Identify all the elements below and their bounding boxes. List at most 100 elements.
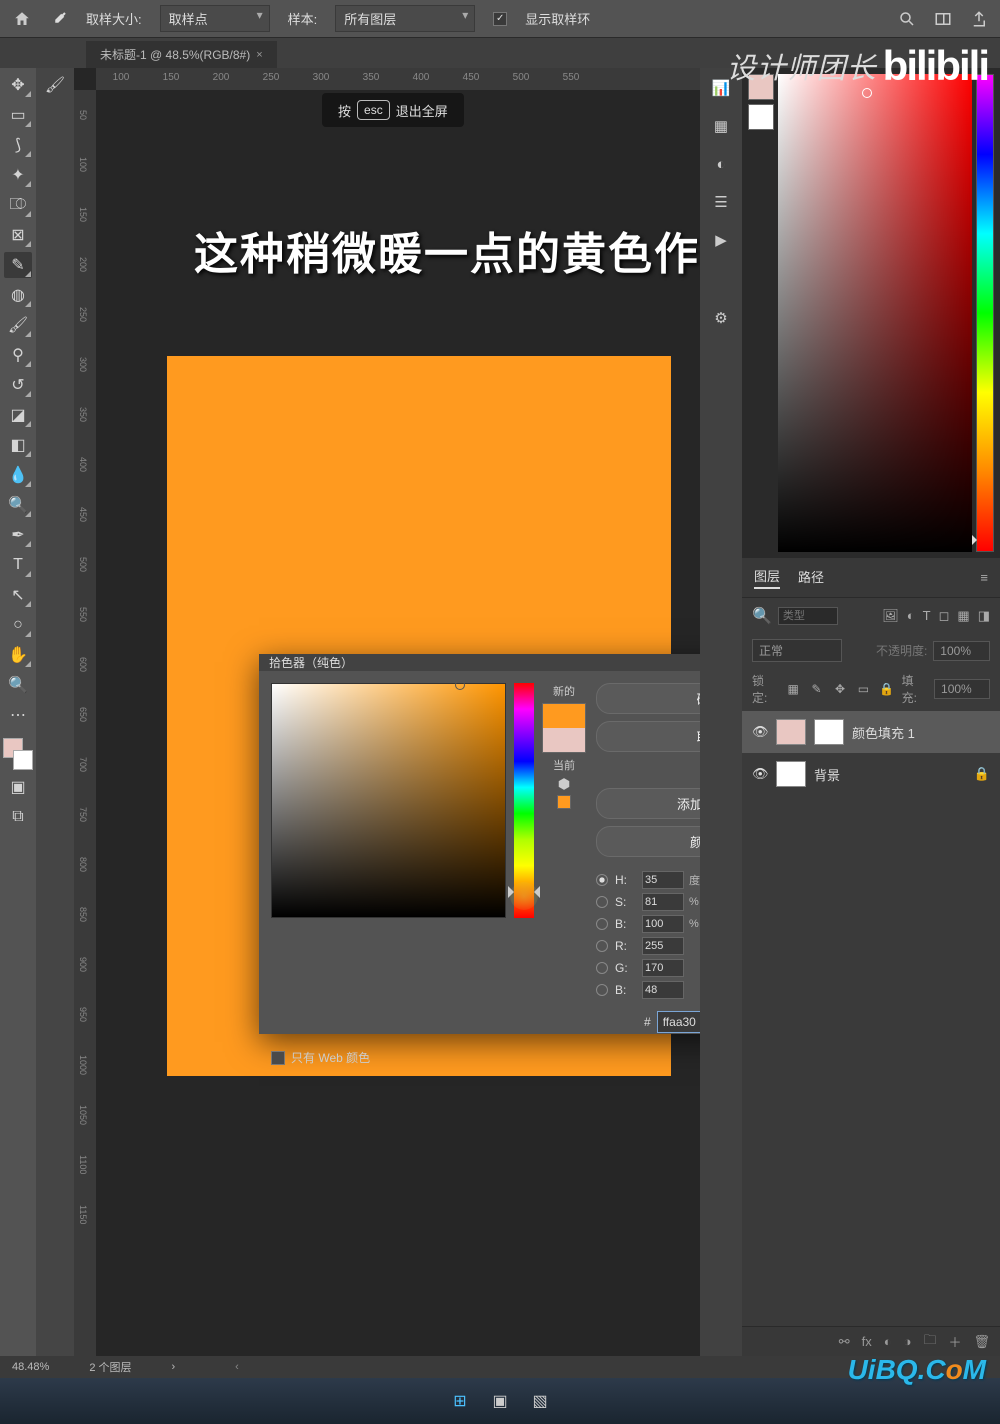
- sliders-icon[interactable]: ⚙: [707, 304, 735, 332]
- fg-swatch[interactable]: [748, 74, 774, 100]
- fx-icon[interactable]: fx: [862, 1334, 872, 1349]
- h-radio[interactable]: [596, 874, 608, 886]
- adjustments-icon[interactable]: ◐: [707, 150, 735, 178]
- paths-tab[interactable]: 路径: [798, 567, 824, 588]
- add-swatch-button[interactable]: 添加到色板: [596, 788, 700, 819]
- crop-tool-icon[interactable]: ⎄: [4, 192, 32, 218]
- group-icon[interactable]: 🗀: [923, 1331, 936, 1353]
- brgb-input[interactable]: [642, 981, 684, 999]
- brgb-radio[interactable]: [596, 984, 608, 996]
- blend-mode-dropdown[interactable]: 正常: [752, 639, 842, 662]
- s-radio[interactable]: [596, 896, 608, 908]
- lock-icon[interactable]: 🔒: [974, 766, 990, 782]
- opacity-input[interactable]: 100%: [933, 641, 990, 661]
- healing-brush-tool-icon[interactable]: ◍: [4, 282, 32, 308]
- filter-adjust-icon[interactable]: ◐: [907, 608, 915, 624]
- library-icon[interactable]: ☰: [707, 188, 735, 216]
- filter-text-icon[interactable]: T: [923, 608, 931, 624]
- dodge-tool-icon[interactable]: 🔍: [4, 492, 32, 518]
- histogram-icon[interactable]: 📊: [707, 74, 735, 102]
- eraser-tool-icon[interactable]: ◪: [4, 402, 32, 428]
- home-icon[interactable]: [12, 9, 32, 29]
- filter-toggle-icon[interactable]: ◨: [978, 608, 990, 624]
- gradient-tool-icon[interactable]: ◧: [4, 432, 32, 458]
- navigator-icon[interactable]: ▦: [707, 112, 735, 140]
- magic-wand-tool-icon[interactable]: ✦: [4, 162, 32, 188]
- bhsb-input[interactable]: [642, 915, 684, 933]
- search-icon[interactable]: [898, 10, 916, 28]
- cancel-button[interactable]: 取消: [596, 721, 700, 752]
- zoom-tool-icon[interactable]: 🔍: [4, 672, 32, 698]
- g-input[interactable]: [642, 959, 684, 977]
- hue-slider[interactable]: ↖: [514, 683, 534, 918]
- blur-tool-icon[interactable]: 💧: [4, 462, 32, 488]
- edit-toolbar-icon[interactable]: ⋯: [4, 702, 32, 728]
- fill-input[interactable]: 100%: [934, 679, 990, 699]
- shape-tool-icon[interactable]: ○: [4, 612, 32, 638]
- taskbar-app-icon[interactable]: ▣: [485, 1386, 515, 1416]
- hex-input[interactable]: [657, 1011, 700, 1033]
- close-icon[interactable]: ×: [256, 49, 262, 61]
- layer-mask-thumb[interactable]: [814, 719, 844, 745]
- marquee-tool-icon[interactable]: ▭: [4, 102, 32, 128]
- lock-brush-icon[interactable]: ✎: [808, 682, 825, 696]
- s-input[interactable]: [642, 893, 684, 911]
- properties-icon[interactable]: ▶: [707, 226, 735, 254]
- filter-smart-icon[interactable]: ▦: [957, 608, 969, 624]
- lock-pixels-icon[interactable]: ▦: [784, 682, 801, 696]
- filter-image-icon[interactable]: 🖼: [882, 608, 899, 624]
- h-input[interactable]: [642, 871, 684, 889]
- g-radio[interactable]: [596, 962, 608, 974]
- hue-strip[interactable]: [976, 74, 994, 552]
- frame-tool-icon[interactable]: ⊠: [4, 222, 32, 248]
- workspace-icon[interactable]: [934, 10, 952, 28]
- layer-row[interactable]: 👁 背景 🔒: [742, 753, 1000, 795]
- search-icon[interactable]: 🔍: [752, 606, 772, 626]
- closest-web-color-swatch[interactable]: [557, 795, 571, 809]
- zoom-level[interactable]: 48.48%: [12, 1361, 49, 1373]
- gamut-warning-icon[interactable]: [557, 777, 571, 791]
- taskbar-app-icon[interactable]: ▧: [525, 1386, 555, 1416]
- ok-button[interactable]: 确定: [596, 683, 700, 714]
- saturation-field[interactable]: [271, 683, 506, 918]
- quickmask-icon[interactable]: ▣: [4, 774, 32, 800]
- layer-thumb[interactable]: [776, 719, 806, 745]
- new-layer-icon[interactable]: ＋: [948, 1332, 961, 1351]
- screenmode-icon[interactable]: ⧉: [4, 804, 32, 830]
- move-tool-icon[interactable]: ✥: [4, 72, 32, 98]
- lasso-tool-icon[interactable]: ⟆: [4, 132, 32, 158]
- share-icon[interactable]: [970, 10, 988, 28]
- filter-shape-icon[interactable]: ◻: [939, 608, 950, 624]
- clone-stamp-tool-icon[interactable]: ⚲: [4, 342, 32, 368]
- show-ring-checkbox[interactable]: ✓: [493, 12, 507, 26]
- color-field[interactable]: [778, 74, 972, 552]
- layer-row[interactable]: 👁 颜色填充 1: [742, 711, 1000, 753]
- brush-preset-icon[interactable]: 🖌: [41, 72, 69, 98]
- link-icon[interactable]: ⚯: [839, 1334, 850, 1350]
- color-cursor[interactable]: [455, 680, 465, 690]
- visibility-icon[interactable]: 👁: [752, 724, 768, 740]
- color-lib-button[interactable]: 颜色库: [596, 826, 700, 857]
- pen-tool-icon[interactable]: ✒: [4, 522, 32, 548]
- text-tool-icon[interactable]: T: [4, 552, 32, 578]
- layers-tab[interactable]: 图层: [754, 566, 780, 589]
- eyedropper-tool-icon[interactable]: ✎: [4, 252, 32, 278]
- b-radio[interactable]: [596, 918, 608, 930]
- visibility-icon[interactable]: 👁: [752, 766, 768, 782]
- dialog-title-bar[interactable]: 拾色器（纯色） ×: [259, 654, 700, 671]
- lock-all-icon[interactable]: 🔒: [878, 682, 895, 696]
- bg-swatch[interactable]: [748, 104, 774, 130]
- panel-menu-icon[interactable]: ≡: [980, 570, 988, 585]
- path-select-tool-icon[interactable]: ↖: [4, 582, 32, 608]
- r-radio[interactable]: [596, 940, 608, 952]
- brush-tool-icon[interactable]: 🖌: [4, 312, 32, 338]
- sample-size-dropdown[interactable]: 取样点: [160, 5, 270, 32]
- lock-position-icon[interactable]: ✥: [831, 682, 848, 696]
- status-chevron-icon[interactable]: ›: [172, 1361, 176, 1373]
- sample-dropdown[interactable]: 所有图层: [335, 5, 475, 32]
- mask-icon[interactable]: ◐: [884, 1334, 892, 1349]
- document-tab[interactable]: 未标题-1 @ 48.5%(RGB/8#) ×: [86, 41, 277, 68]
- layer-thumb[interactable]: [776, 761, 806, 787]
- adjustment-layer-icon[interactable]: ◑: [904, 1334, 912, 1349]
- lock-artboard-icon[interactable]: ▭: [855, 682, 872, 696]
